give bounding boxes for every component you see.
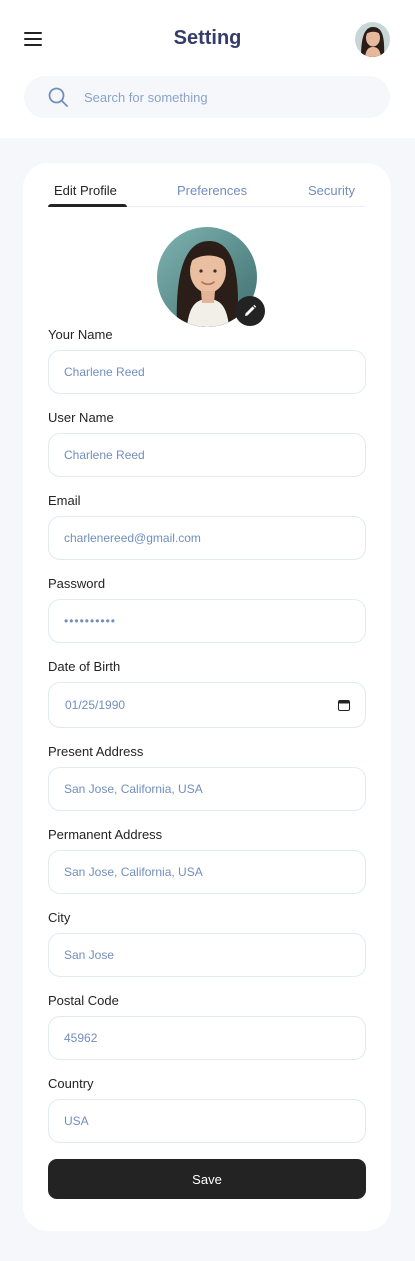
city-input[interactable]: San Jose: [48, 933, 366, 977]
email-field: Email charlenereed@gmail.com: [48, 493, 366, 560]
email-input[interactable]: charlenereed@gmail.com: [48, 516, 366, 560]
your-name-value: Charlene Reed: [64, 365, 145, 379]
calendar-icon[interactable]: [338, 699, 350, 711]
email-label: Email: [48, 493, 81, 508]
search-icon: [48, 87, 68, 107]
page-title: Setting: [173, 27, 242, 49]
your-name-input[interactable]: Charlene Reed: [48, 350, 366, 394]
tab-security[interactable]: Security: [308, 183, 355, 207]
your-name-label: Your Name: [48, 327, 113, 342]
user-name-value: Charlene Reed: [64, 448, 145, 462]
search-bar[interactable]: [24, 76, 390, 118]
settings-card: Edit Profile Preferences Security Your N…: [23, 163, 391, 1231]
permanent-address-value: San Jose, California, USA: [64, 865, 203, 879]
your-name-field: Your Name Charlene Reed: [48, 327, 366, 394]
user-name-label: User Name: [48, 410, 114, 425]
country-field: Country USA: [48, 1076, 366, 1143]
present-address-field: Present Address San Jose, California, US…: [48, 744, 366, 811]
email-value: charlenereed@gmail.com: [64, 531, 201, 545]
postal-code-value: 45962: [64, 1031, 98, 1045]
date-of-birth-value: 01/25/1990: [65, 698, 126, 712]
user-name-input[interactable]: Charlene Reed: [48, 433, 366, 477]
city-field: City San Jose: [48, 910, 366, 977]
date-of-birth-label: Date of Birth: [48, 659, 121, 674]
date-of-birth-input[interactable]: 01/25/1990: [48, 682, 366, 728]
postal-code-input[interactable]: 45962: [48, 1016, 366, 1060]
edit-photo-button[interactable]: [235, 296, 265, 326]
avatar-image: [355, 22, 390, 57]
password-label: Password: [48, 576, 106, 591]
app-header: Setting: [0, 0, 415, 138]
present-address-input[interactable]: San Jose, California, USA: [48, 767, 366, 811]
password-value: ••••••••••: [64, 614, 117, 628]
permanent-address-label: Permanent Address: [48, 827, 163, 842]
postal-code-label: Postal Code: [48, 993, 119, 1008]
password-input[interactable]: ••••••••••: [48, 599, 366, 643]
search-input[interactable]: [84, 76, 374, 118]
country-label: Country: [48, 1076, 94, 1091]
active-tab-indicator: [48, 204, 127, 207]
present-address-value: San Jose, California, USA: [64, 782, 203, 796]
city-value: San Jose: [64, 948, 115, 962]
permanent-address-input[interactable]: San Jose, California, USA: [48, 850, 366, 894]
country-value: USA: [64, 1114, 89, 1128]
password-field: Password ••••••••••: [48, 576, 366, 643]
date-of-birth-field: Date of Birth 01/25/1990: [48, 659, 366, 728]
pencil-icon: [245, 304, 257, 316]
user-name-field: User Name Charlene Reed: [48, 410, 366, 477]
save-button[interactable]: Save: [48, 1159, 366, 1199]
city-label: City: [48, 910, 71, 925]
present-address-label: Present Address: [48, 744, 144, 759]
country-input[interactable]: USA: [48, 1099, 366, 1143]
tab-bar: Edit Profile Preferences Security: [48, 183, 366, 207]
avatar[interactable]: [355, 22, 390, 57]
postal-code-field: Postal Code 45962: [48, 993, 366, 1060]
permanent-address-field: Permanent Address San Jose, California, …: [48, 827, 366, 894]
tab-preferences[interactable]: Preferences: [177, 183, 247, 207]
